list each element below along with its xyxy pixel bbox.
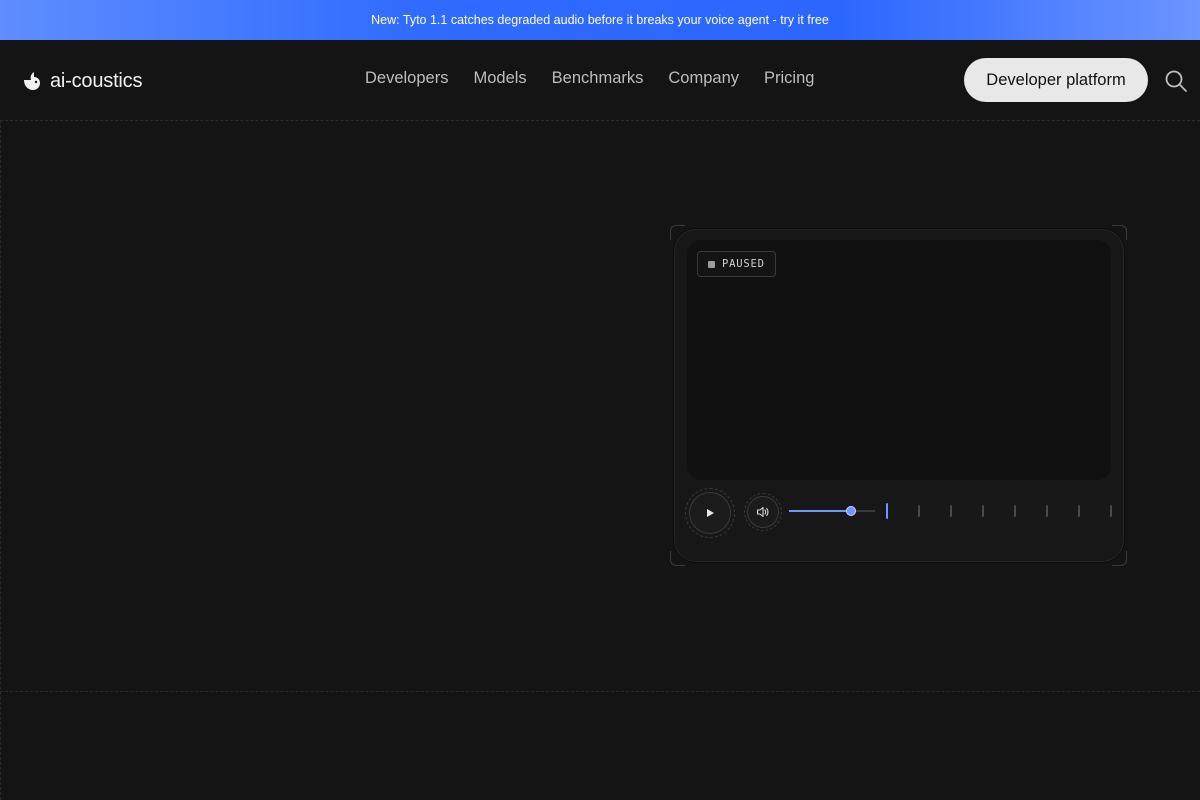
logo-icon [24,72,40,90]
volume-thumb[interactable] [846,506,856,516]
timeline-tick [1046,505,1048,517]
volume-slider[interactable] [789,506,875,516]
developer-platform-label: Developer platform [986,70,1126,89]
brand-name: ai-coustics [50,69,143,92]
status-text: PAUSED [722,258,765,270]
guide-line-left [0,120,1,800]
section-divider [0,691,1200,692]
nav-developers[interactable]: Developers [365,69,448,88]
timeline-tick [1078,505,1080,517]
status-badge: PAUSED [697,251,776,277]
playback-timeline[interactable] [886,503,1112,519]
stop-icon [708,260,715,268]
timeline-tick [918,505,920,517]
announcement-bar[interactable]: New: Tyto 1.1 catches degraded audio bef… [0,0,1200,40]
developer-platform-button[interactable]: Developer platform [964,58,1148,102]
volume-button[interactable] [744,493,782,531]
main-nav: Developers Models Benchmarks Company Pri… [365,69,814,88]
timeline-tick [950,505,952,517]
search-icon[interactable] [1164,69,1188,93]
nav-models[interactable]: Models [473,69,526,88]
timeline-tick [1014,505,1016,517]
audio-player-card: PAUSED [674,229,1124,562]
volume-fill [789,510,851,512]
nav-benchmarks[interactable]: Benchmarks [552,69,644,88]
nav-pricing[interactable]: Pricing [764,69,814,88]
play-icon [707,509,714,517]
brand-logo[interactable]: ai-coustics [22,68,142,94]
play-button[interactable] [685,488,735,538]
nav-company[interactable]: Company [668,69,739,88]
timeline-tick [982,505,984,517]
timeline-tick [886,503,888,519]
announcement-text[interactable]: New: Tyto 1.1 catches degraded audio bef… [371,13,829,27]
speaker-icon [756,506,769,518]
timeline-tick [1110,505,1112,517]
site-header: ai-coustics Developers Models Benchmarks… [0,40,1200,121]
